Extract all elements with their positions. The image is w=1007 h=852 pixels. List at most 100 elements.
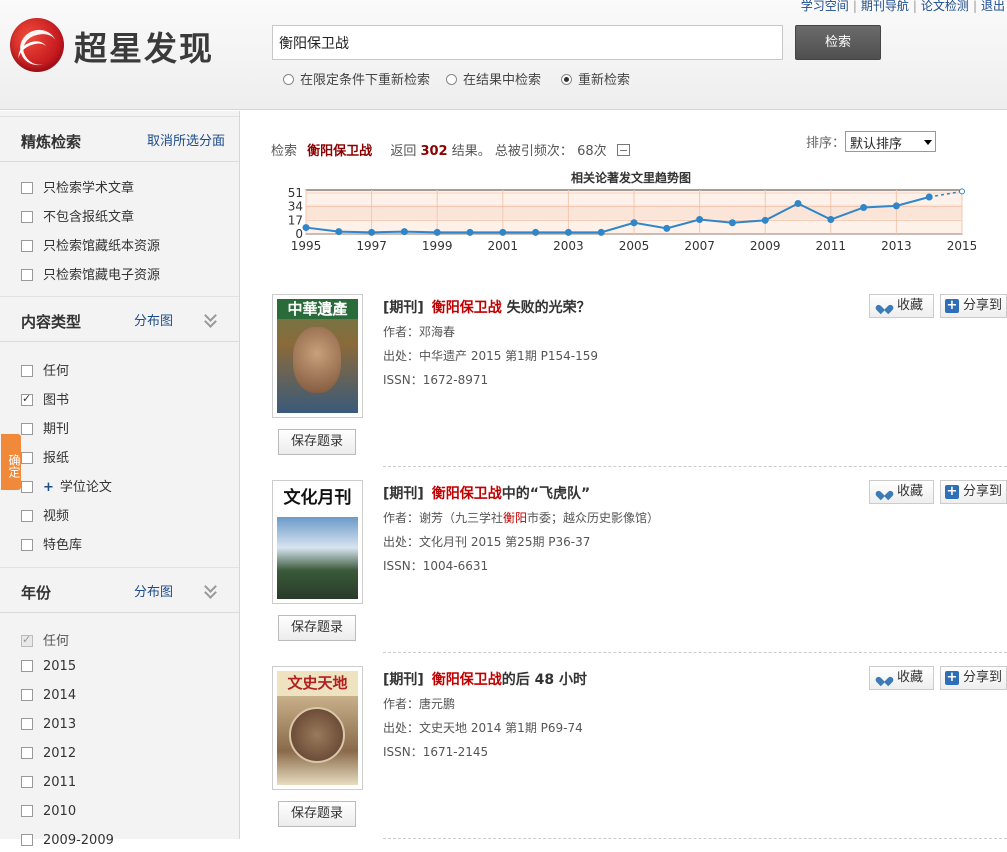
content-type-option[interactable]: 图书 bbox=[21, 389, 69, 408]
favorite-button[interactable]: 收藏 bbox=[869, 480, 934, 504]
data-point bbox=[761, 216, 769, 224]
sort-select[interactable]: 默认排序 bbox=[845, 131, 936, 152]
result-title[interactable]: [期刊] 衡阳保卫战的后 48 小时 bbox=[383, 669, 587, 689]
radio-label: 在限定条件下重新检索 bbox=[300, 73, 431, 88]
expand-plus-icon[interactable]: + bbox=[43, 480, 54, 495]
checkbox[interactable] bbox=[21, 269, 33, 281]
cover-image[interactable]: 中華遺產 bbox=[272, 294, 363, 418]
content-type-option[interactable]: 任何 bbox=[21, 360, 69, 379]
result-type: [期刊] bbox=[383, 486, 424, 502]
confirm-tab[interactable]: 确定 bbox=[1, 434, 21, 490]
checkbox[interactable] bbox=[21, 182, 33, 194]
save-citation-button[interactable]: 保存题录 bbox=[278, 801, 356, 827]
collapse-chevron-icon[interactable] bbox=[204, 584, 218, 598]
save-citation-button[interactable]: 保存题录 bbox=[278, 429, 356, 455]
checkbox[interactable] bbox=[21, 365, 33, 377]
data-point bbox=[728, 219, 736, 227]
result-title[interactable]: [期刊] 衡阳保卫战 失败的光荣？ bbox=[383, 297, 591, 317]
checkbox[interactable] bbox=[21, 689, 33, 701]
refine-option[interactable]: 不包含报纸文章 bbox=[21, 206, 134, 225]
year-option[interactable]: 任何 bbox=[21, 630, 69, 649]
result-summary: 检索 衡阳保卫战 返回 302 结果。 总被引频次： 68次 bbox=[271, 140, 630, 159]
sort-label: 排序： bbox=[806, 136, 846, 151]
result-item: 中華遺產 保存题录 [期刊] 衡阳保卫战 失败的光荣？ 作者：邓海春 出处：中华遗… bbox=[271, 294, 1007, 480]
option-label: 不包含报纸文章 bbox=[43, 210, 135, 225]
checkbox[interactable] bbox=[21, 805, 33, 817]
year-chart-link[interactable]: 分布图 bbox=[134, 581, 173, 600]
save-citation-button[interactable]: 保存题录 bbox=[278, 615, 356, 641]
content-type-option[interactable]: 期刊 bbox=[21, 418, 69, 437]
year-option[interactable]: 2011 bbox=[21, 775, 76, 790]
year-option[interactable]: 2014 bbox=[21, 688, 76, 703]
cited-label: 总被引频次： bbox=[494, 144, 573, 159]
cover-image[interactable]: 文史天地 bbox=[272, 666, 363, 790]
content-type-option[interactable]: 视频 bbox=[21, 505, 69, 524]
data-point bbox=[892, 202, 900, 210]
checkbox[interactable] bbox=[21, 481, 33, 493]
year-option[interactable]: 2012 bbox=[21, 746, 76, 761]
checkbox[interactable] bbox=[21, 510, 33, 522]
link-logout[interactable]: 退出 bbox=[981, 0, 1005, 13]
content-type-option[interactable]: 报纸 bbox=[21, 447, 69, 466]
checkbox[interactable] bbox=[21, 776, 33, 788]
logo[interactable]: 超星发现 bbox=[10, 16, 250, 72]
heart-icon bbox=[879, 301, 890, 311]
favorite-button[interactable]: 收藏 bbox=[869, 666, 934, 690]
data-point bbox=[368, 228, 376, 236]
divider bbox=[383, 652, 1007, 653]
collapse-chevron-icon[interactable] bbox=[204, 313, 218, 327]
checkbox[interactable] bbox=[21, 834, 33, 846]
year-option[interactable]: 2010 bbox=[21, 804, 76, 819]
search-button[interactable]: 检索 bbox=[795, 25, 881, 60]
share-button[interactable]: + 分享到 bbox=[940, 480, 1007, 504]
refine-title: 精炼检索 bbox=[21, 133, 82, 151]
title-rest: 中的“飞虎队” bbox=[501, 486, 591, 502]
checkbox[interactable] bbox=[21, 452, 33, 464]
save-icon[interactable] bbox=[616, 144, 630, 156]
link-learning-space[interactable]: 学习空间 bbox=[801, 0, 849, 13]
year-option[interactable]: 2015 bbox=[21, 659, 76, 674]
refine-option[interactable]: 只检索馆藏纸本资源 bbox=[21, 235, 160, 254]
year-option[interactable]: 2013 bbox=[21, 717, 76, 732]
checkbox-disabled[interactable] bbox=[21, 633, 33, 647]
content-type-option[interactable]: 特色库 bbox=[21, 534, 82, 553]
checkbox[interactable] bbox=[21, 539, 33, 551]
result-source: 出处：中华遗产 2015 第1期 P154-159 bbox=[383, 349, 599, 363]
x-tick-label: 2007 bbox=[684, 239, 715, 253]
checkbox[interactable] bbox=[21, 747, 33, 759]
result-title[interactable]: [期刊] 衡阳保卫战中的“飞虎队” bbox=[383, 483, 590, 503]
radio-limited-research[interactable]: 在限定条件下重新检索 bbox=[283, 69, 430, 88]
year-header: 年份 分布图 bbox=[0, 567, 239, 613]
data-point bbox=[597, 228, 605, 236]
year-option[interactable]: 2009-2009 bbox=[21, 833, 114, 848]
divider bbox=[383, 466, 1007, 467]
share-button[interactable]: + 分享到 bbox=[940, 666, 1007, 690]
radio-search-in-results[interactable]: 在结果中检索 bbox=[446, 69, 541, 88]
share-button[interactable]: + 分享到 bbox=[940, 294, 1007, 318]
checkbox-checked[interactable] bbox=[21, 392, 33, 406]
favorite-button[interactable]: 收藏 bbox=[869, 294, 934, 318]
checkbox[interactable] bbox=[21, 718, 33, 730]
search-input[interactable]: 衡阳保卫战 bbox=[272, 25, 783, 60]
refine-header: 精炼检索 取消所选分面 bbox=[0, 116, 239, 162]
checkbox[interactable] bbox=[21, 660, 33, 672]
title-rest: 失败的光荣？ bbox=[501, 300, 591, 316]
option-label: 2012 bbox=[43, 746, 77, 761]
x-tick-label: 2001 bbox=[488, 239, 519, 253]
option-label: 2009-2009 bbox=[43, 833, 114, 848]
main-results: 检索 衡阳保卫战 返回 302 结果。 总被引频次： 68次 排序： 默认排序 … bbox=[241, 111, 1007, 839]
refine-option[interactable]: 只检索馆藏电子资源 bbox=[21, 264, 160, 283]
cover-image[interactable]: 文化月刊 bbox=[272, 480, 363, 604]
refine-option[interactable]: 只检索学术文章 bbox=[21, 177, 134, 196]
checkbox[interactable] bbox=[21, 211, 33, 223]
link-paper-check[interactable]: 论文检测 bbox=[921, 0, 969, 13]
radio-dot-selected bbox=[561, 74, 572, 85]
link-journal-nav[interactable]: 期刊导航 bbox=[861, 0, 909, 13]
content-type-chart-link[interactable]: 分布图 bbox=[134, 310, 173, 329]
checkbox[interactable] bbox=[21, 423, 33, 435]
result-source: 出处：文化月刊 2015 第25期 P36-37 bbox=[383, 535, 591, 549]
content-type-option[interactable]: + 学位论文 bbox=[21, 476, 112, 495]
clear-facets-link[interactable]: 取消所选分面 bbox=[147, 130, 225, 149]
checkbox[interactable] bbox=[21, 240, 33, 252]
radio-new-search[interactable]: 重新检索 bbox=[561, 69, 630, 88]
